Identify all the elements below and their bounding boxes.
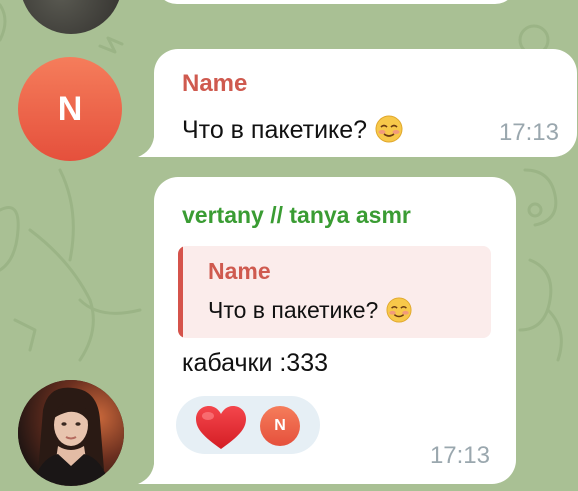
- avatar-letter: N: [57, 89, 83, 128]
- previous-message-bubble[interactable]: [155, 0, 517, 4]
- red-heart-icon: [196, 406, 246, 449]
- reply-sender-name: Name: [208, 258, 271, 284]
- sender-name[interactable]: vertany // tanya asmr: [182, 202, 411, 229]
- sender-name[interactable]: Name: [182, 70, 247, 98]
- reply-quote[interactable]: Name Что в пакетике?: [178, 246, 491, 338]
- reply-text: Что в пакетике?: [208, 297, 412, 324]
- message-bubble[interactable]: Name Что в пакетике? 17:13: [154, 49, 577, 157]
- user-photo-avatar-icon: [18, 380, 124, 486]
- message-text-content: Что в пакетике?: [182, 116, 368, 144]
- smiling-blush-emoji-icon: [386, 297, 412, 323]
- message-text: кабачки :333: [182, 349, 329, 377]
- message-text: Что в пакетике?: [182, 115, 403, 145]
- message-time: 17:13: [429, 442, 490, 469]
- previous-avatar[interactable]: [20, 0, 122, 34]
- reactor-avatar[interactable]: N: [260, 406, 300, 446]
- avatar[interactable]: [18, 380, 124, 486]
- reactor-avatar-letter: N: [274, 417, 286, 434]
- reply-accent-bar: [178, 246, 183, 338]
- smiling-blush-emoji-icon: [375, 115, 403, 143]
- reply-text-content: Что в пакетике?: [208, 297, 379, 323]
- message-bubble[interactable]: vertany // tanya asmr Name Что в пакетик…: [154, 177, 516, 484]
- message-time: 17:13: [498, 119, 559, 146]
- reaction-chip[interactable]: N: [176, 396, 320, 454]
- avatar[interactable]: N: [18, 57, 122, 161]
